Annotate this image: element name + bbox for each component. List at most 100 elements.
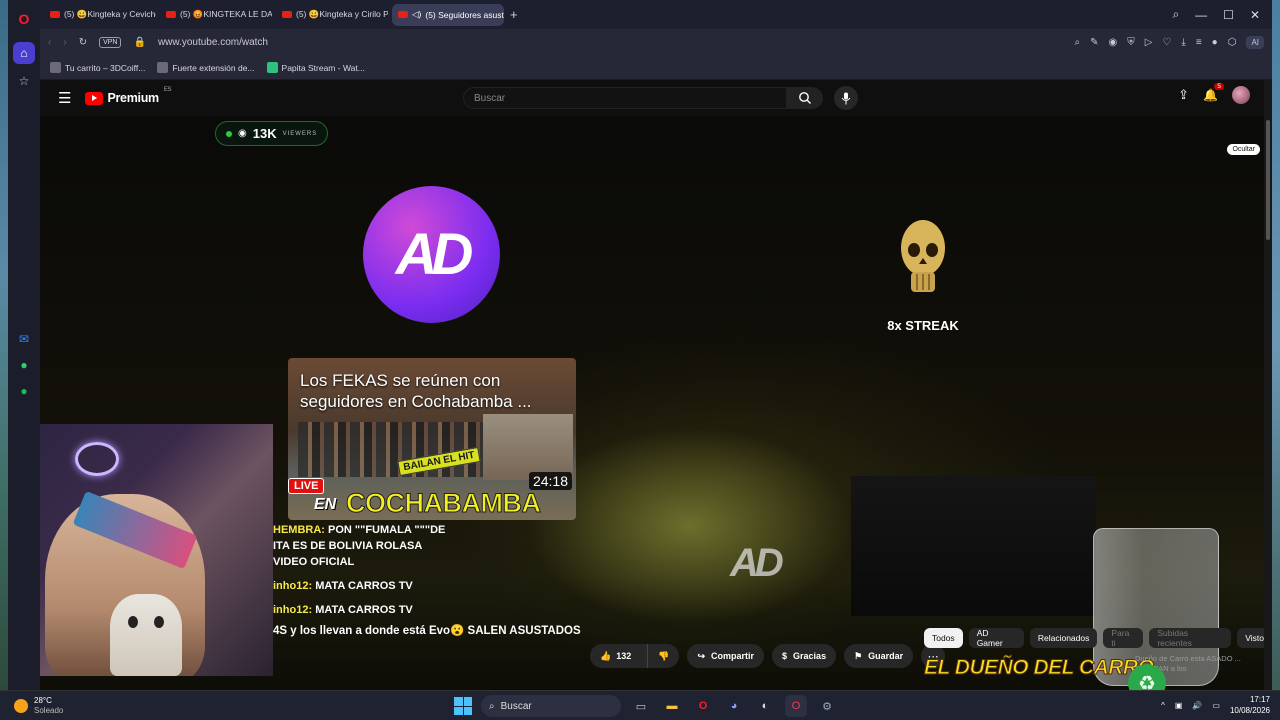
messenger-icon[interactable]: ✉: [13, 328, 35, 350]
cat: [110, 594, 182, 676]
camera-icon[interactable]: ◉: [1108, 37, 1117, 48]
video-thumbnail-card[interactable]: Los FEKAS se reúnen con seguidores en Co…: [288, 358, 576, 520]
weather-widget[interactable]: 28°C Soleado: [14, 696, 63, 716]
opera-logo-icon[interactable]: O: [13, 8, 35, 30]
profile-icon[interactable]: ●: [1212, 37, 1218, 48]
chip-subidas-recientes[interactable]: Subidas recientes: [1149, 628, 1232, 648]
favorites-icon[interactable]: ☆: [13, 70, 35, 92]
recommendation-chips: Todos AD Gamer Relacionados Para ti Subi…: [924, 628, 1272, 648]
thumbnail-city: COCHABAMBA: [345, 488, 541, 519]
opera-icon[interactable]: O: [692, 695, 714, 717]
eye-icon: ◉: [238, 128, 247, 139]
avatar[interactable]: [1232, 86, 1250, 104]
windows-taskbar: 28°C Soleado ⌕ Buscar ▭ ▬ O ◕ ◐ O ⚙ ^ ▣ 🔊 …: [0, 690, 1280, 720]
chip-relacionados[interactable]: Relacionados: [1029, 628, 1098, 648]
opera-gx-icon[interactable]: O: [785, 695, 807, 717]
dislike-button[interactable]: 👎: [647, 644, 679, 668]
bookmark-item[interactable]: Tu carrito – 3DCoiff...: [50, 62, 145, 73]
volume-icon[interactable]: 🔊: [1192, 701, 1202, 710]
page-scrollbar[interactable]: [1264, 80, 1272, 690]
ai-button[interactable]: AI: [1246, 36, 1264, 49]
task-view-icon[interactable]: ▭: [630, 695, 652, 717]
tab-search-icon[interactable]: ⌕: [1172, 7, 1179, 22]
shield-icon[interactable]: ⛨: [1127, 37, 1135, 48]
menu-icon[interactable]: ≡: [1196, 37, 1202, 48]
new-tab-button[interactable]: +: [510, 7, 518, 22]
bookmark-item[interactable]: Fuerte extensión de...: [157, 62, 255, 73]
streamer-webcam: [40, 424, 273, 676]
share-button[interactable]: ↪ Compartir: [687, 644, 765, 668]
minimize-icon[interactable]: —: [1195, 8, 1207, 22]
hide-button[interactable]: Ocultar: [1227, 144, 1260, 155]
chip-ad-gamer[interactable]: AD Gamer: [968, 628, 1024, 648]
speaker-icon[interactable]: ◁): [412, 9, 421, 20]
search-icon: [799, 92, 811, 104]
bookmark-label: Tu carrito – 3DCoiff...: [65, 62, 146, 73]
tab-1[interactable]: (5) 😀Kingteka y Ceviche: [44, 4, 156, 26]
share-label: Compartir: [711, 651, 755, 661]
like-dislike-group: 👍 132 👎: [590, 644, 680, 668]
whatsapp-icon[interactable]: ●: [13, 354, 35, 376]
chip-todos[interactable]: Todos: [924, 628, 963, 648]
notifications-button[interactable]: 🔔 5: [1203, 83, 1224, 104]
forward-icon[interactable]: ›: [63, 37, 66, 48]
save-button[interactable]: ⚑ Guardar: [844, 644, 914, 668]
thanks-button[interactable]: $ Gracias: [772, 644, 837, 668]
player-icon[interactable]: ▷: [1145, 37, 1153, 48]
weather-condition: Soleado: [34, 705, 64, 715]
clock[interactable]: 17:17 10/08/2026: [1230, 694, 1270, 716]
tab-3[interactable]: (5) 😀Kingteka y Cirilo Pre: [276, 4, 388, 26]
tab-label: (5) 😀Kingteka y Ceviche: [64, 9, 156, 19]
file-explorer-icon[interactable]: ▬: [661, 695, 683, 717]
bookmark-favicon-icon: [157, 62, 169, 73]
reload-icon[interactable]: ↻: [79, 37, 87, 48]
address-bar: ‹ › ↻ VPN 🔒 www.youtube.com/watch ⌕ ✎ ◉ …: [40, 29, 1272, 56]
discord-icon[interactable]: ◕: [723, 695, 745, 717]
close-icon[interactable]: ✕: [1250, 8, 1260, 22]
settings-icon[interactable]: ⚙: [816, 695, 838, 717]
bookmark-item[interactable]: Papita Stream - Wat...: [266, 62, 365, 73]
like-button[interactable]: 👍 132: [590, 644, 641, 668]
secondary-camera: [851, 476, 1096, 616]
spotify-icon[interactable]: ●: [13, 380, 35, 402]
desktop-edge-right: [1272, 0, 1280, 690]
maximize-icon[interactable]: ☐: [1223, 8, 1234, 22]
voice-search-button[interactable]: [834, 86, 858, 110]
search-button[interactable]: [787, 87, 823, 109]
youtube-logo[interactable]: Premium ES: [85, 87, 172, 105]
extensions-icon[interactable]: ⬡: [1228, 37, 1237, 48]
chevron-up-icon[interactable]: ^: [1161, 701, 1165, 710]
tab-4-active[interactable]: ◁) (5) Seguidores asusta: [392, 3, 504, 26]
home-icon[interactable]: ⌂: [13, 42, 35, 64]
video-player[interactable]: ◉ 13K VIEWERS Ocultar AD 8x STREAK AD Lo…: [40, 116, 1272, 690]
edit-icon[interactable]: ✎: [1090, 37, 1098, 48]
heart-icon[interactable]: ♡: [1162, 37, 1171, 48]
like-count: 132: [616, 651, 632, 661]
thumbnail-photo-2: [483, 414, 573, 480]
save-label: Guardar: [868, 651, 904, 661]
tab-2[interactable]: (5) 😡KINGTEKA LE DA LA CO: [160, 4, 272, 26]
youtube-favicon-icon: [398, 11, 408, 18]
battery-icon[interactable]: ▭: [1212, 701, 1220, 710]
hamburger-menu-icon[interactable]: ☰: [58, 89, 71, 107]
download-icon[interactable]: ⤓: [1181, 37, 1185, 48]
back-icon[interactable]: ‹: [48, 37, 51, 48]
windows-start-icon[interactable]: [454, 697, 472, 715]
upload-icon[interactable]: ⇪: [1178, 87, 1189, 103]
thumbs-down-icon: 👎: [658, 650, 670, 661]
neon-planet-icon: [75, 442, 119, 476]
network-icon[interactable]: ▣: [1175, 701, 1183, 710]
opera-sidebar: O ⌂ ☆ ✉ ● ●: [8, 0, 40, 690]
search-input[interactable]: Buscar: [463, 87, 787, 109]
taskbar-search[interactable]: ⌕ Buscar: [481, 695, 621, 717]
url-field[interactable]: www.youtube.com/watch: [158, 37, 268, 48]
date: 10/08/2026: [1229, 706, 1270, 715]
vpn-badge[interactable]: VPN: [99, 37, 122, 48]
scrollbar-thumb[interactable]: [1266, 120, 1270, 240]
chip-para-ti[interactable]: Para ti: [1103, 628, 1144, 648]
ad-channel-logo: AD: [363, 186, 500, 323]
recommended-thumbnail-text[interactable]: EL DUEÑO DEL CARRO: [923, 656, 1154, 680]
obs-icon[interactable]: ◐: [754, 695, 776, 717]
streak-label: 8x STREAK: [887, 318, 959, 333]
zoom-icon[interactable]: ⌕: [1074, 37, 1080, 48]
